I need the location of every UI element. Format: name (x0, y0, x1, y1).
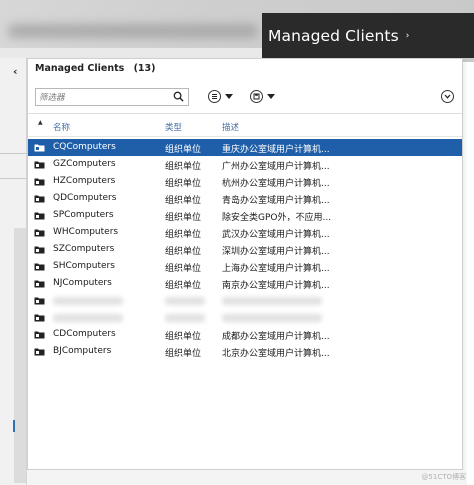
save-icon (250, 89, 263, 103)
organizational-unit-icon (34, 212, 45, 220)
chevron-down-icon (225, 93, 233, 99)
cell-name: QDComputers (53, 193, 117, 203)
cell-name: NJComputers (53, 278, 112, 288)
organizational-unit-icon (34, 263, 45, 271)
cell-name: HZComputers (53, 176, 116, 186)
organizational-unit-icon (34, 280, 45, 288)
header-divider (28, 136, 462, 137)
watermark: @51CTO博客 (421, 473, 466, 481)
cell-description: 杭州办公室域用户计算机... (222, 179, 330, 189)
chevron-down-icon (267, 93, 275, 99)
cell-type: 组织单位 (165, 145, 202, 155)
cell-type (165, 314, 205, 322)
cell-type: 组织单位 (165, 196, 202, 206)
blurred-title-bar (8, 24, 258, 38)
cell-description: 上海办公室域用户计算机... (222, 264, 330, 274)
cell-description: 成都办公室域用户计算机... (222, 332, 330, 342)
column-header-type[interactable]: 类型 (165, 121, 182, 133)
organizational-unit-icon (34, 144, 45, 152)
cell-type: 组织单位 (165, 349, 202, 359)
table-row[interactable]: SHComputers 组织单位 上海办公室域用户计算机... (28, 258, 462, 275)
organizational-unit-icon (34, 161, 45, 169)
organizational-unit-icon (34, 178, 45, 186)
filter-placeholder: 筛选器 (39, 93, 65, 103)
nav-scroll-area[interactable] (14, 228, 26, 483)
organizational-unit-icon (34, 246, 45, 254)
cell-type: 组织单位 (165, 213, 202, 223)
nav-selection-marker (13, 420, 15, 432)
organizational-unit-icon (34, 195, 45, 203)
column-header-description[interactable]: 描述 (222, 121, 239, 133)
item-count: (13) (133, 63, 156, 74)
column-header-name[interactable]: 名称 (53, 121, 70, 133)
toolbar-divider (28, 113, 462, 114)
cell-type: 组织单位 (165, 162, 202, 172)
cell-type: 组织单位 (165, 281, 202, 291)
chevron-down-icon[interactable] (441, 90, 454, 103)
cell-name: SZComputers (53, 244, 115, 254)
table-row[interactable]: WHComputers 组织单位 武汉办公室域用户计算机... (28, 224, 462, 241)
cell-description: 青岛办公室域用户计算机... (222, 196, 330, 206)
cell-description: 南京办公室域用户计算机... (222, 281, 330, 291)
cell-name: SHComputers (53, 261, 115, 271)
cell-description: 北京办公室域用户计算机... (222, 349, 330, 359)
organizational-unit-icon (34, 331, 45, 339)
left-nav: ‹ (0, 58, 27, 485)
cell-name: CQComputers (53, 142, 116, 152)
cell-name: GZComputers (53, 159, 116, 169)
cell-description (222, 314, 322, 322)
cell-description: 深圳办公室域用户计算机... (222, 247, 330, 257)
table-row[interactable]: GZComputers 组织单位 广州办公室域用户计算机... (28, 156, 462, 173)
list-options-button[interactable] (208, 89, 233, 103)
chevron-right-icon[interactable]: › (406, 31, 410, 41)
table-row[interactable]: NJComputers 组织单位 南京办公室域用户计算机... (28, 275, 462, 292)
cell-name: WHComputers (53, 227, 119, 237)
cell-type (165, 297, 205, 305)
save-options-button[interactable] (250, 89, 275, 103)
cell-name (53, 297, 123, 305)
organizational-unit-icon (34, 297, 45, 305)
breadcrumb-title[interactable]: Managed Clients (268, 27, 399, 45)
nav-divider (0, 153, 26, 154)
cell-name: BJComputers (53, 346, 112, 356)
cell-description: 除安全类GPO外，不应用... (222, 213, 332, 223)
table-row[interactable] (28, 292, 462, 309)
table-row[interactable]: CDComputers 组织单位 成都办公室域用户计算机... (28, 326, 462, 343)
back-arrow-icon[interactable]: ‹ (13, 65, 18, 78)
table-row[interactable]: QDComputers 组织单位 青岛办公室域用户计算机... (28, 190, 462, 207)
table-row[interactable]: SPComputers 组织单位 除安全类GPO外，不应用... (28, 207, 462, 224)
panel-title-text: Managed Clients (35, 63, 125, 74)
search-icon[interactable] (173, 91, 184, 102)
table-row[interactable]: BJComputers 组织单位 北京办公室域用户计算机... (28, 343, 462, 360)
table-row[interactable]: SZComputers 组织单位 深圳办公室域用户计算机... (28, 241, 462, 258)
managed-clients-panel: Managed Clients (13) 筛选器 ▲ 名称 类型 描述 CQCo… (27, 58, 463, 470)
table-row[interactable]: CQComputers 组织单位 重庆办公室域用户计算机... (28, 139, 462, 156)
organizational-unit-icon (34, 348, 45, 356)
cell-type: 组织单位 (165, 332, 202, 342)
panel-title: Managed Clients (13) (35, 63, 156, 74)
cell-name (53, 314, 123, 322)
organizational-unit-icon (34, 229, 45, 237)
cell-type: 组织单位 (165, 230, 202, 240)
table-row[interactable]: HZComputers 组织单位 杭州办公室域用户计算机... (28, 173, 462, 190)
column-headers: ▲ 名称 类型 描述 (28, 115, 462, 137)
table-row[interactable] (28, 309, 462, 326)
cell-description (222, 297, 322, 305)
cell-type: 组织单位 (165, 264, 202, 274)
cell-type: 组织单位 (165, 247, 202, 257)
nav-divider (0, 178, 26, 179)
sort-ascending-icon[interactable]: ▲ (38, 119, 43, 126)
cell-description: 重庆办公室域用户计算机... (222, 145, 330, 155)
organizational-unit-icon (34, 314, 45, 322)
cell-description: 广州办公室域用户计算机... (222, 162, 330, 172)
cell-description: 武汉办公室域用户计算机... (222, 230, 330, 240)
panel-footer-shadow (27, 470, 467, 485)
breadcrumb[interactable]: Managed Clients › (262, 13, 474, 58)
list-icon (208, 89, 221, 103)
cell-name: SPComputers (53, 210, 114, 220)
cell-name: CDComputers (53, 329, 116, 339)
filter-input[interactable]: 筛选器 (35, 88, 189, 106)
cell-type: 组织单位 (165, 179, 202, 189)
